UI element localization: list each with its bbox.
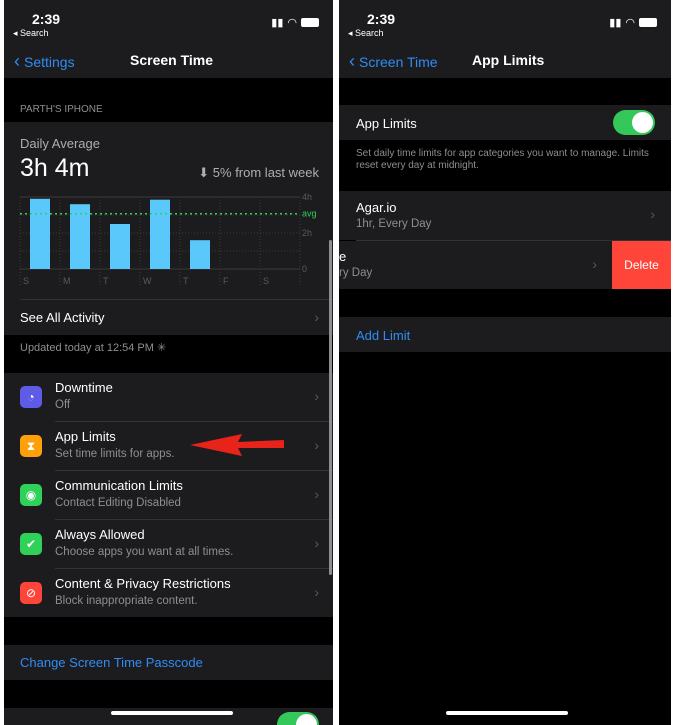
status-time: 2:39 <box>367 11 396 27</box>
downtime-icon: ◔ <box>20 386 42 408</box>
page-title: Screen Time <box>130 52 214 68</box>
item-subtitle: Choose apps you want at all times. <box>55 546 234 558</box>
list-item[interactable]: ◔ Downtime Off › <box>4 373 333 422</box>
y-tick-label: 0 <box>302 264 307 274</box>
app-limits-toggle-row: App Limits <box>339 105 671 140</box>
nav-bar: ‹ Screen Time App Limits <box>339 45 671 78</box>
wifi-icon: ◠ <box>287 17 297 29</box>
change-passcode-link[interactable]: Change Screen Time Passcode <box>20 655 203 670</box>
chart-bar <box>30 198 50 269</box>
status-bar: 2:39 ◂ Search ▮▮ ◠ <box>339 0 671 45</box>
add-limit-row[interactable]: Add Limit <box>339 317 671 352</box>
back-button[interactable]: ‹ Screen Time <box>349 51 438 72</box>
chevron-right-icon: › <box>314 535 319 551</box>
spinner-icon: ✳ <box>157 342 167 354</box>
home-indicator <box>111 711 233 715</box>
item-title: Communication Limits <box>55 478 183 493</box>
signal-icon: ▮▮ <box>271 17 284 29</box>
y-tick-label: 4h <box>302 192 312 202</box>
daily-average-value: 3h 4m <box>20 154 90 182</box>
limit-row[interactable]: Agar.io 1hr, Every Day › <box>339 191 671 240</box>
item-subtitle: Block inappropriate content. <box>55 595 198 607</box>
see-all-activity[interactable]: See All Activity <box>20 310 105 325</box>
hourglass-icon: ⧗ <box>20 435 42 457</box>
chevron-right-icon: › <box>314 584 319 600</box>
chevron-right-icon: › <box>592 256 597 272</box>
item-title: Always Allowed <box>55 527 145 542</box>
app-limits-toggle-label: App Limits <box>356 116 417 131</box>
list-item[interactable]: ✔ Always Allowed Choose apps you want at… <box>4 520 333 569</box>
list-item[interactable]: ◉ Communication Limits Contact Editing D… <box>4 471 333 520</box>
updated-text: Updated today at 12:54 PM <box>20 342 154 354</box>
x-tick-label: T <box>103 276 109 286</box>
list-item[interactable]: ⊘ Content & Privacy Restrictions Block i… <box>4 569 333 618</box>
chevron-right-icon: › <box>314 486 319 502</box>
chart-bar <box>150 199 170 269</box>
item-title: Content & Privacy Restrictions <box>55 576 231 591</box>
device-label: PARTH'S IPHONE <box>20 104 103 115</box>
item-subtitle: Set time limits for apps. <box>55 448 175 460</box>
screen-time-screen: 2:39 ◂ Search ▮▮ ◠ ‹ Settings Screen Time … <box>4 0 333 725</box>
status-icons: ▮▮ ◠ <box>609 16 657 29</box>
back-label: Settings <box>24 53 75 70</box>
back-label: Screen Time <box>359 53 438 70</box>
y-tick-label: 2h <box>302 228 312 238</box>
x-tick-label: S <box>23 276 29 286</box>
checkmark-seal-icon: ✔ <box>20 533 42 555</box>
toggle-switch[interactable] <box>277 712 319 725</box>
item-title: Downtime <box>55 380 113 395</box>
x-tick-label: F <box>223 276 229 286</box>
limit-subtitle: 1hr, Every Day <box>356 218 432 230</box>
chevron-right-icon: › <box>314 437 319 453</box>
status-icons: ▮▮ ◠ <box>271 16 319 29</box>
app-limits-screen: 2:39 ◂ Search ▮▮ ◠ ‹ Screen Time App Limit… <box>339 0 671 725</box>
item-title: App Limits <box>55 429 116 444</box>
chevron-right-icon: › <box>650 206 655 222</box>
chevron-right-icon: › <box>314 309 319 325</box>
limit-row-swiped[interactable]: e ry Day › Delete <box>339 241 671 289</box>
restricted-icon: ⊘ <box>20 582 42 604</box>
chart-bar <box>190 240 210 269</box>
chevron-left-icon: ‹ <box>14 51 20 71</box>
red-arrow-annotation <box>190 434 284 456</box>
x-tick-label: T <box>183 276 189 286</box>
change-passcode-row[interactable]: Change Screen Time Passcode <box>4 645 333 680</box>
weekly-change: 5% from last week <box>212 165 319 180</box>
nav-bar: ‹ Settings Screen Time <box>4 45 333 78</box>
add-limit-button[interactable]: Add Limit <box>356 328 410 343</box>
limit-title: Agar.io <box>356 200 397 215</box>
wifi-icon: ◠ <box>625 17 635 29</box>
arrow-down-circle-icon: ⬇ <box>198 165 210 180</box>
app-limits-toggle[interactable] <box>613 110 655 135</box>
delete-button[interactable]: Delete <box>612 241 671 289</box>
average-label: avg <box>302 209 317 219</box>
signal-icon: ▮▮ <box>609 17 622 29</box>
status-time: 2:39 <box>32 11 61 27</box>
person-circle-icon: ◉ <box>20 484 42 506</box>
scrollbar[interactable] <box>329 240 332 575</box>
back-to-search-link[interactable]: ◂ Search <box>348 28 384 39</box>
item-subtitle: Contact Editing Disabled <box>55 497 181 509</box>
daily-average-heading: Daily Average <box>20 136 100 151</box>
chevron-right-icon: › <box>314 388 319 404</box>
battery-icon <box>639 18 657 27</box>
chevron-left-icon: ‹ <box>349 51 355 71</box>
limit-subtitle: ry Day <box>339 267 373 279</box>
item-subtitle: Off <box>55 399 71 411</box>
x-tick-label: W <box>143 276 152 286</box>
app-limits-footer: Set daily time limits for app categories… <box>356 148 649 171</box>
back-to-search-link[interactable]: ◂ Search <box>13 28 49 39</box>
usage-chart: S M T W T F Savg 0 2h 4h <box>19 192 317 287</box>
page-title: App Limits <box>472 52 545 68</box>
chart-bar <box>110 224 130 269</box>
usage-summary: Daily Average 3h 4m ⬇ 5% from last week … <box>4 122 333 335</box>
battery-icon <box>301 18 319 27</box>
x-tick-label: M <box>63 276 71 286</box>
back-button[interactable]: ‹ Settings <box>14 51 75 72</box>
home-indicator <box>446 711 568 715</box>
settings-list: ◔ Downtime Off › ⧗ App Limits Set time l… <box>4 373 333 617</box>
x-tick-label: S <box>263 276 269 286</box>
status-bar: 2:39 ◂ Search ▮▮ ◠ <box>4 0 333 45</box>
limit-title: e <box>339 249 347 264</box>
